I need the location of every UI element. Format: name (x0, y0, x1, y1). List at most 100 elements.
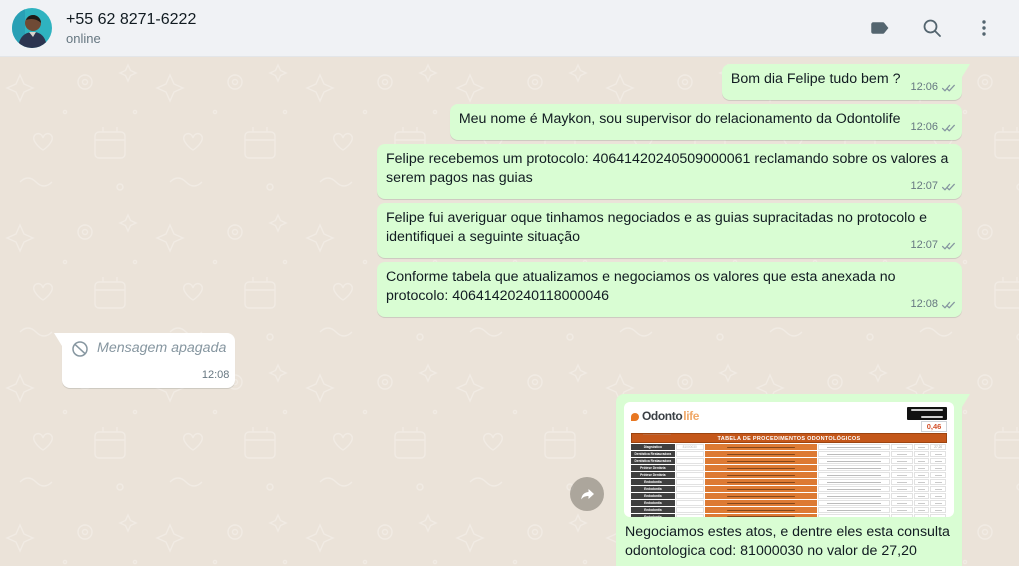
image-caption: Negociamos estes atos, e dentre eles est… (624, 517, 954, 561)
delivered-double-check-icon (941, 242, 955, 249)
contact-info[interactable]: +55 62 8271-6222 online (66, 9, 861, 48)
row-value: 27,20 (930, 444, 947, 451)
deleted-message-bubble[interactable]: Mensagem apagada 12:08 (62, 333, 236, 388)
row-procedure (704, 444, 818, 451)
row-code (675, 471, 704, 479)
black-info-badge (907, 407, 947, 420)
table-row: Endodontia (631, 478, 947, 486)
message-meta: 12:06 (910, 118, 956, 137)
contact-status: online (66, 30, 101, 46)
kebab-menu-icon (982, 20, 986, 36)
row-description (818, 478, 890, 486)
deleted-message-text: Mensagem apagada (97, 340, 227, 356)
row-description (818, 492, 890, 500)
table-rows: Diagnóstico 81000030 27,20 Dentística Re… (631, 444, 947, 517)
message-bubble-outgoing[interactable]: Bom dia Felipe tudo bem ? 12:06 (721, 64, 962, 100)
image-message-bubble[interactable]: Odonto life ――――――― 0,46 TABELA DE PROCE… (616, 394, 962, 566)
message-time: 12:08 (201, 369, 230, 381)
message-text: Meu nome é Maykon, sou supervisor do rel… (458, 111, 901, 127)
header-actions (861, 9, 1003, 47)
row-procedure (704, 499, 818, 507)
message-time: 12:08 (910, 298, 938, 310)
table-row: Endodontia (631, 492, 947, 500)
row-category: Diagnóstico (631, 444, 675, 451)
delivered-double-check-icon (941, 183, 955, 190)
row-description (818, 471, 890, 479)
chat-area: Bom dia Felipe tudo bem ? 12:06 Meu nome… (0, 57, 1019, 566)
search-button[interactable] (913, 9, 951, 47)
avatar-image (12, 8, 52, 48)
message-time: 12:07 (910, 239, 938, 251)
row-description (818, 457, 890, 465)
attachment-corner-badges: 0,46 (907, 407, 947, 432)
row-description (818, 485, 890, 493)
message-meta: 12:08 (910, 295, 956, 314)
message-bubble-outgoing[interactable]: Felipe recebemos um protocolo: 406414202… (377, 144, 962, 199)
table-row: Dentística Restauradora (631, 457, 947, 465)
message-meta: 12:08 (202, 366, 230, 385)
row-code (675, 464, 704, 472)
row-procedure (704, 492, 818, 500)
attachment-image[interactable]: Odonto life ――――――― 0,46 TABELA DE PROCE… (624, 402, 954, 517)
prohibited-icon (72, 340, 88, 357)
row-procedure (704, 513, 818, 517)
contact-avatar[interactable] (12, 8, 52, 48)
row-code (675, 457, 704, 465)
message-text: Felipe recebemos um protocolo: 406414202… (386, 151, 949, 186)
logo-tagline: ――――――― (643, 431, 671, 436)
row-description (818, 506, 890, 514)
message-bubble-outgoing[interactable]: Meu nome é Maykon, sou supervisor do rel… (449, 104, 962, 140)
delivered-double-check-icon (941, 301, 955, 308)
image-message-row: Odonto life ――――――― 0,46 TABELA DE PROCE… (570, 394, 962, 566)
row-code (675, 499, 704, 507)
row-procedure (704, 485, 818, 493)
row-category: Prótese Dentária (631, 471, 675, 479)
message-meta: 12:06 (910, 78, 956, 97)
row-procedure (704, 506, 818, 514)
row-category: Dentística Restauradora (631, 457, 675, 465)
row-procedure (704, 457, 818, 465)
row-category: Dentística Restauradora (631, 450, 675, 458)
row-category: Endodontia (631, 499, 675, 507)
caption-text: Negociamos estes atos, e dentre eles est… (625, 524, 950, 559)
row-description (818, 513, 890, 517)
forward-button[interactable] (570, 476, 604, 511)
row-code (675, 478, 704, 486)
odontolife-logo: Odonto life ――――――― (631, 407, 699, 443)
table-row: Prótese Dentária (631, 471, 947, 479)
message-text: Conforme tabela que atualizamos e negoci… (386, 269, 896, 304)
contact-name: +55 62 8271-6222 (66, 10, 197, 28)
row-description (818, 499, 890, 507)
row-code: 81000030 (675, 444, 704, 451)
message-time: 12:06 (910, 121, 938, 133)
search-icon (923, 19, 941, 37)
deleted-message-body: Mensagem apagada (71, 339, 228, 358)
row-description (818, 444, 890, 451)
message-text: Felipe fui averiguar oque tinhamos negoc… (386, 210, 928, 245)
attachment-image-header: Odonto life ――――――― 0,46 (631, 407, 947, 436)
menu-button[interactable] (965, 9, 1003, 47)
delivered-double-check-icon (941, 84, 955, 91)
row-code (675, 485, 704, 493)
row-procedure (704, 464, 818, 472)
row-category: Endodontia (631, 478, 675, 486)
whatsapp-chat-window: +55 62 8271-6222 online Bom dia Felipe t… (0, 0, 1019, 566)
message-meta: 12:07 (910, 177, 956, 196)
label-button[interactable] (861, 9, 899, 47)
logo-mark-icon (631, 412, 639, 421)
message-text: Bom dia Felipe tudo bem ? (730, 71, 901, 87)
table-row: Endodontia (631, 499, 947, 507)
message-time: 12:07 (910, 180, 938, 192)
message-bubble-outgoing[interactable]: Conforme tabela que atualizamos e negoci… (377, 262, 962, 317)
row-code (675, 450, 704, 458)
message-list: Bom dia Felipe tudo bem ? 12:06 Meu nome… (0, 57, 1019, 566)
row-description (818, 464, 890, 472)
message-bubble-outgoing[interactable]: Felipe fui averiguar oque tinhamos negoc… (377, 203, 962, 258)
message-meta: 12:07 (910, 236, 956, 255)
row-procedure (704, 450, 818, 458)
forward-arrow-icon (581, 488, 594, 499)
row-procedure (704, 471, 818, 479)
table-row: Endodontia (631, 485, 947, 493)
row-category: Endodontia (631, 506, 675, 514)
row-code (675, 513, 704, 517)
